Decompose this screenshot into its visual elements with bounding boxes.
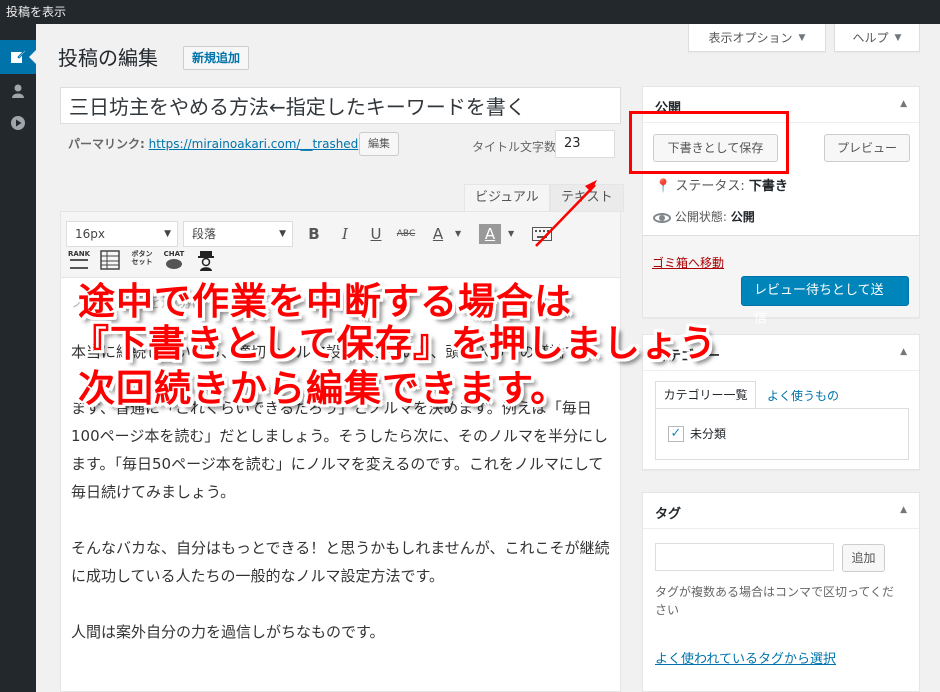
content-paragraph: そんなバカな、自分はもっとできる！と思うかもしれませんが、これこそが継続に成功し…: [71, 539, 610, 585]
caret-down-icon[interactable]: ▼: [508, 229, 514, 238]
caret-down-icon: ▼: [798, 32, 806, 43]
permalink-label: パーマリンク:: [68, 137, 145, 151]
tags-hint: タグが複数ある場合はコンマで区切ってください: [655, 585, 895, 617]
preview-button[interactable]: プレビュー: [824, 134, 910, 162]
background-color-icon[interactable]: A: [479, 224, 501, 244]
permalink-url[interactable]: https://mirainoakari.com/__trashed: [149, 137, 359, 151]
trash-link[interactable]: ゴミ箱へ移動: [652, 254, 724, 271]
title-count-label: タイトル文字数:: [472, 140, 561, 154]
tab-popular-categories[interactable]: よく使うもの: [767, 387, 839, 404]
category-item[interactable]: ✓ 未分類: [668, 425, 726, 442]
play-icon: [11, 116, 25, 130]
user-icon: [12, 84, 24, 98]
posts-menu-item[interactable]: [0, 40, 36, 74]
category-list: ✓ 未分類: [655, 408, 909, 460]
tab-all-categories[interactable]: カテゴリー一覧: [655, 381, 756, 409]
choose-tags-link[interactable]: よく使われているタグから選択: [655, 648, 836, 667]
permalink: パーマリンク: https://mirainoakari.com/__trash…: [68, 135, 358, 152]
publish-actions: ゴミ箱へ移動 レビュー待ちとして送信: [643, 235, 919, 326]
edit-post-icon: [11, 49, 27, 63]
admin-bar: 投稿を表示: [0, 0, 940, 24]
caret-down-icon: ▼: [894, 32, 902, 43]
font-size-select[interactable]: 16px ▼: [66, 221, 178, 247]
underline-icon[interactable]: U: [365, 224, 387, 244]
content-paragraph: 人間は案外自分の力を過信しがちなものです。: [71, 623, 385, 641]
status-row: 📍 ステータス: 下書き: [655, 179, 788, 194]
caret-down-icon[interactable]: ▼: [455, 229, 461, 238]
pin-icon: 📍: [655, 179, 672, 194]
checkbox-checked-icon[interactable]: ✓: [668, 425, 684, 442]
italic-icon[interactable]: I: [334, 224, 356, 244]
admin-menu: [0, 24, 36, 692]
post-title-input[interactable]: 三日坊主をやめる方法←指定したキーワードを書く: [60, 87, 621, 124]
editor-toolbar: 16px ▼ 段落 ▼ B I U ABC A ▼ A ▼ RANK ボタン セ…: [61, 212, 620, 278]
caret-down-icon: ▼: [279, 229, 286, 239]
tab-visual[interactable]: ビジュアル: [464, 184, 550, 212]
annotation-line-3: 次回続きから編集できます。: [78, 367, 569, 410]
caret-down-icon: ▼: [164, 229, 171, 239]
page-title: 投稿の編集: [58, 46, 158, 70]
visibility-row: 公開状態: 公開: [653, 208, 755, 225]
bold-icon[interactable]: B: [303, 224, 325, 244]
media-menu-item[interactable]: [0, 106, 36, 140]
keyboard-icon[interactable]: [531, 224, 553, 244]
users-menu-item[interactable]: [0, 74, 36, 108]
title-count-field[interactable]: 23: [555, 130, 615, 158]
eye-icon: [653, 212, 671, 223]
tags-box: タグ ▲ 追加 タグが複数ある場合はコンマで区切ってください よく使われているタ…: [642, 492, 920, 692]
highlight-box: [629, 111, 789, 174]
add-new-button[interactable]: 新規追加: [183, 46, 250, 70]
collapse-icon[interactable]: ▲: [900, 347, 907, 357]
tags-box-header: タグ ▲: [643, 493, 919, 529]
help-button[interactable]: ヘルプ ▼: [834, 24, 920, 52]
format-select[interactable]: 段落 ▼: [183, 221, 293, 247]
edit-permalink-button[interactable]: 編集: [359, 132, 399, 156]
text-color-icon[interactable]: A: [427, 224, 449, 244]
strikethrough-icon[interactable]: ABC: [395, 224, 417, 244]
collapse-icon[interactable]: ▲: [900, 505, 907, 515]
collapse-icon[interactable]: ▲: [900, 99, 907, 109]
tag-input[interactable]: [655, 543, 834, 571]
screen-options-button[interactable]: 表示オプション ▼: [688, 24, 826, 52]
tab-text[interactable]: テキスト: [550, 184, 624, 212]
add-tag-button[interactable]: 追加: [842, 544, 885, 572]
view-post-link[interactable]: 投稿を表示: [6, 5, 66, 19]
submit-review-button[interactable]: レビュー待ちとして送信: [741, 276, 909, 326]
